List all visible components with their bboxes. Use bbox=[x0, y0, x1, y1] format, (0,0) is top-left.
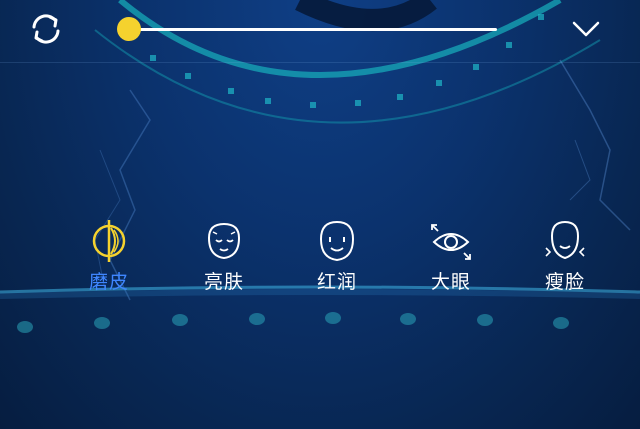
tool-label: 磨皮 bbox=[88, 271, 129, 293]
tool-big-eye[interactable]: 大眼 bbox=[406, 212, 496, 304]
slider-thumb[interactable] bbox=[117, 17, 141, 41]
slim-face-icon bbox=[545, 220, 585, 260]
rosy-face-icon bbox=[319, 220, 355, 262]
brighten-skin-icon bbox=[207, 222, 241, 260]
top-control-bar bbox=[0, 0, 640, 63]
tool-label: 大眼 bbox=[430, 271, 471, 293]
tool-rosy-face[interactable]: 红润 bbox=[292, 212, 382, 304]
tool-label: 红润 bbox=[316, 271, 357, 293]
slider-track bbox=[129, 28, 497, 31]
chevron-down-icon bbox=[572, 21, 600, 37]
tool-label: 瘦脸 bbox=[544, 271, 585, 293]
big-eye-icon bbox=[431, 224, 471, 260]
intensity-slider[interactable] bbox=[117, 12, 507, 46]
reset-button[interactable] bbox=[26, 9, 66, 49]
tool-smooth-skin[interactable]: 磨皮 bbox=[64, 212, 154, 304]
tool-label: 亮肤 bbox=[203, 271, 244, 293]
refresh-icon bbox=[32, 14, 60, 44]
smooth-skin-icon bbox=[92, 220, 126, 262]
beauty-camera-screen: 磨皮 亮肤 红润 大眼 瘦脸 bbox=[0, 0, 640, 429]
tool-slim-face[interactable]: 瘦脸 bbox=[520, 212, 610, 304]
beauty-tools-bar: 磨皮 亮肤 红润 大眼 瘦脸 bbox=[0, 212, 640, 308]
collapse-panel-button[interactable] bbox=[568, 12, 604, 46]
tool-brighten-skin[interactable]: 亮肤 bbox=[179, 212, 269, 304]
